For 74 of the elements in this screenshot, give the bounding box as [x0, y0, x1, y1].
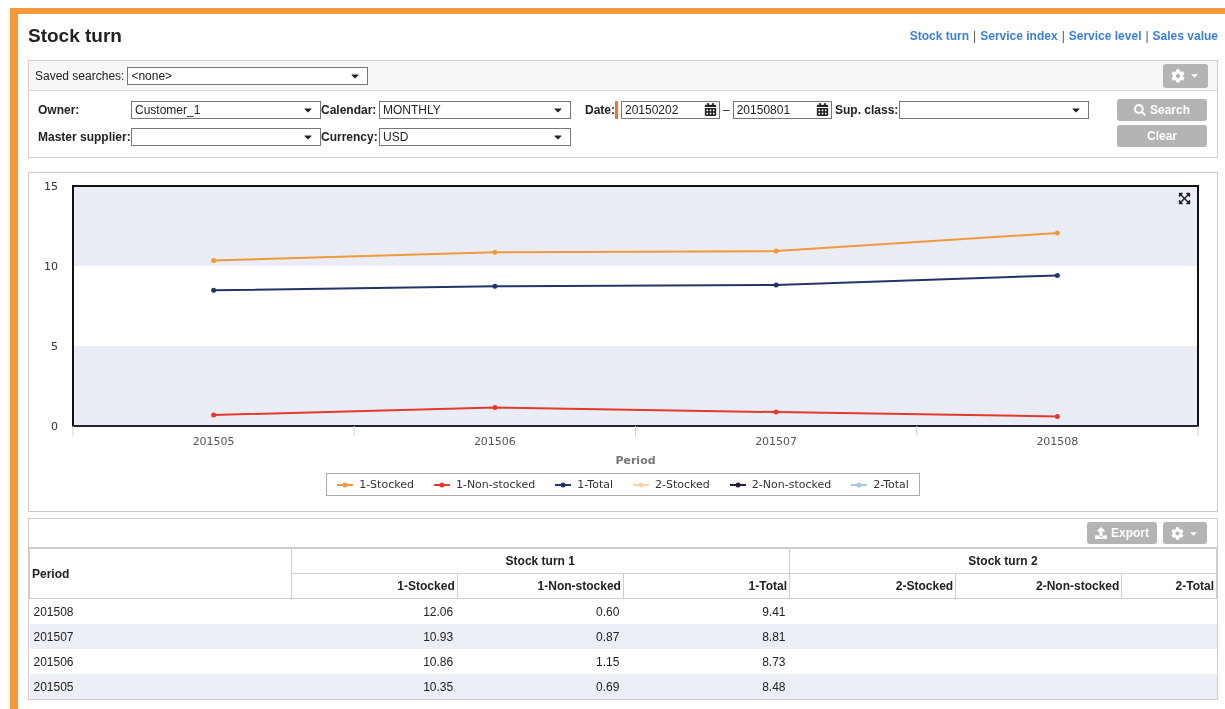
table-cell: 1.15 [457, 649, 624, 674]
table-cell: 10.35 [291, 674, 458, 699]
legend-label: 1-Non-stocked [455, 478, 536, 491]
column-group-header: Stock turn 2 [789, 548, 1217, 574]
date-field[interactable]: 20150202 [621, 100, 720, 119]
nav-link[interactable]: Service index [980, 29, 1058, 43]
dropdown[interactable] [899, 100, 1089, 119]
table-cell: 10.93 [291, 624, 458, 649]
table-cell: 10.86 [291, 649, 458, 674]
upload-icon [1095, 527, 1107, 539]
x-tick-label: 201508 [1035, 435, 1078, 448]
field-label: Calendar: [321, 102, 378, 117]
saved-searches-dropdown[interactable]: <none> [127, 66, 369, 85]
table-cell: 201505 [29, 674, 291, 699]
legend-label: 1-Total [577, 478, 613, 491]
expand-icon[interactable] [1178, 192, 1191, 205]
table-cell: 201508 [29, 598, 291, 624]
calendar-icon [815, 103, 829, 116]
column-header: 2-Non-stocked [955, 573, 1122, 599]
field-label: Date: [585, 102, 615, 117]
legend-label: 2-Non-stocked [751, 478, 832, 491]
table-cell: 8.48 [623, 674, 790, 699]
y-tick-label: 10 [43, 260, 58, 273]
x-tick-label: 201507 [754, 435, 797, 448]
y-tick-label: 5 [50, 340, 58, 353]
column-header: 2-Total [1121, 573, 1217, 599]
dropdown[interactable]: MONTHLY [379, 100, 571, 119]
export-button[interactable]: Export [1087, 522, 1157, 544]
calendar-icon [704, 103, 717, 116]
column-header: 1-Total [623, 573, 790, 599]
dropdown[interactable] [131, 127, 321, 146]
link-separator: | [1145, 29, 1149, 43]
search-button[interactable]: Search [1117, 99, 1207, 121]
page-title: Stock turn [28, 25, 122, 47]
table-cell: 0.87 [457, 624, 624, 649]
date-field[interactable]: 20150801 [732, 100, 832, 119]
column-header: 1-Stocked [291, 573, 458, 599]
column-header: 1-Non-stocked [457, 573, 624, 599]
column-group-header: Stock turn 1 [291, 548, 790, 574]
column-header: Period [29, 548, 291, 599]
table-cell: 201507 [29, 624, 291, 649]
legend-label: 1-Stocked [359, 478, 414, 491]
y-tick-label: 15 [43, 180, 58, 193]
table-cell: 0.69 [457, 674, 624, 699]
field-label: Sup. class: [835, 102, 899, 117]
x-tick-label: 201505 [192, 435, 235, 448]
settings-icon [1171, 68, 1185, 83]
dropdown[interactable]: USD [379, 127, 571, 146]
y-tick-label: 0 [50, 420, 58, 433]
field-label: Currency: [321, 129, 379, 144]
nav-link[interactable]: Stock turn [909, 29, 970, 43]
column-header: 2-Stocked [789, 573, 956, 599]
x-tick-label: 201506 [473, 435, 516, 448]
legend-label: 2-Total [873, 478, 909, 491]
x-axis-title: Period [614, 454, 656, 467]
table-cell: 12.06 [291, 598, 458, 624]
table-cell: 8.81 [623, 624, 790, 649]
search-icon [1134, 104, 1146, 116]
table-cell: 8.73 [623, 649, 790, 674]
link-separator: | [1061, 29, 1065, 43]
range-separator: – [723, 102, 730, 117]
link-separator: | [973, 29, 977, 43]
settings-icon [1171, 526, 1184, 540]
table-cell: 9.41 [623, 598, 790, 624]
nav-link[interactable]: Sales value [1152, 29, 1218, 43]
nav-link[interactable]: Service level [1068, 29, 1142, 43]
dropdown[interactable]: Customer_1 [131, 100, 321, 119]
field-label: Master supplier: [38, 129, 131, 144]
clear-button[interactable]: Clear [1117, 125, 1207, 147]
legend-label: 2-Stocked [655, 478, 710, 491]
field-label: Owner: [38, 102, 81, 117]
table-cell: 0.60 [457, 598, 624, 624]
field-label: Saved searches: [35, 68, 125, 83]
table-cell: 201506 [29, 649, 291, 674]
